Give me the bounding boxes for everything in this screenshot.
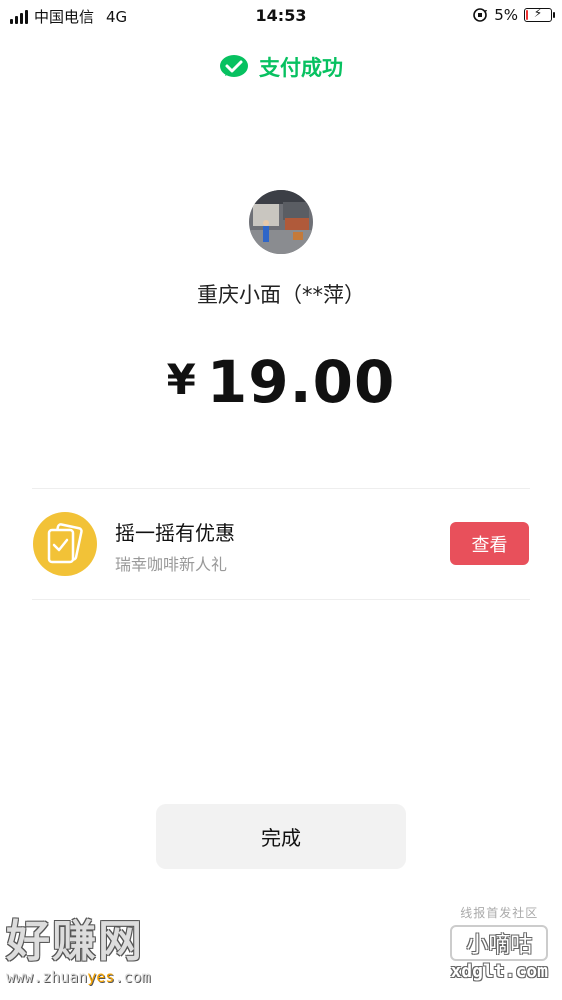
divider-top	[32, 488, 530, 489]
page-title: 支付成功	[259, 56, 343, 80]
orientation-lock-icon	[473, 8, 488, 22]
payment-success-header: 支付成功	[0, 52, 562, 82]
watermark-left-url: www.zhuanyes.com	[6, 968, 151, 986]
watermark-right-brand: 小嘀咕	[450, 925, 548, 961]
watermark-url-highlight: yes	[87, 968, 115, 986]
divider-bottom	[32, 599, 530, 600]
watermark-left-title: 好赚网	[6, 916, 144, 967]
status-bar: 中国电信 4G 14:53 5% ⚡	[0, 0, 562, 30]
watermark-right-url: xdglt.com	[450, 961, 548, 982]
merchant-name: 重庆小面（**萍）	[197, 283, 365, 307]
payment-amount: ¥19.00	[0, 348, 562, 416]
watermark-url-part: www.zhuan	[6, 968, 88, 986]
amount-value: 19.00	[206, 348, 396, 416]
done-button[interactable]: 完成	[156, 804, 406, 869]
watermark-right: 线报首发社区 小嘀咕 xdglt.com	[450, 904, 548, 982]
charging-bolt-icon: ⚡	[533, 6, 543, 20]
watermark-url-suffix: .com	[114, 968, 151, 986]
currency-symbol: ¥	[166, 355, 197, 404]
watermark-left: 好赚网 www.zhuanyes.com	[6, 916, 151, 987]
promo-subtitle: 瑞幸咖啡新人礼	[115, 555, 228, 574]
battery-percent: 5%	[494, 6, 518, 24]
view-promo-button[interactable]: 查看	[450, 522, 529, 565]
battery-charging-icon: ⚡	[524, 6, 555, 22]
wechat-pay-icon	[220, 55, 248, 77]
promo-title: 摇一摇有优惠	[115, 521, 235, 545]
coupon-cards-icon	[33, 512, 97, 576]
merchant-avatar	[249, 190, 313, 254]
watermark-right-tagline: 线报首发社区	[460, 906, 539, 920]
status-right: 5% ⚡	[472, 6, 555, 24]
